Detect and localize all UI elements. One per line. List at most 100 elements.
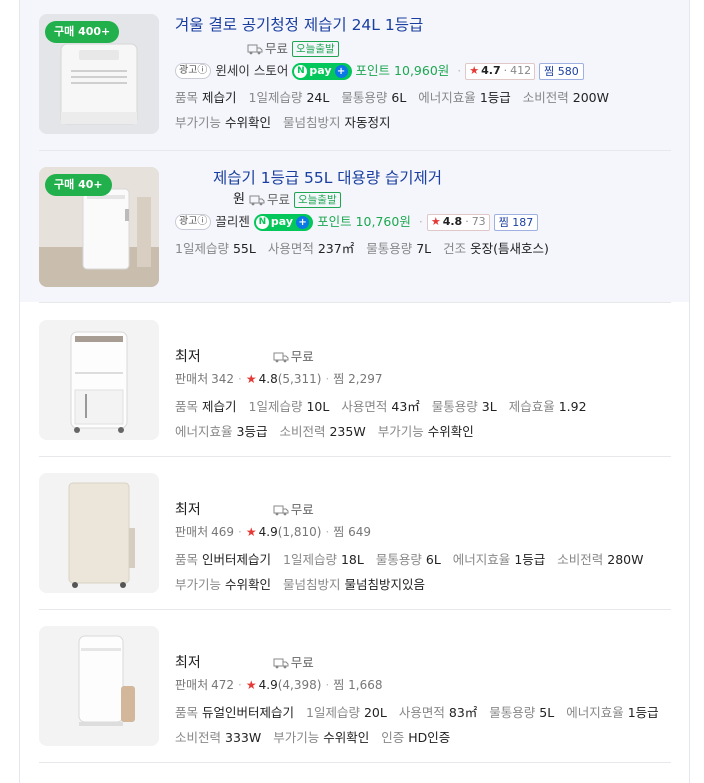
zzim-button[interactable]: 찜 187 [493,213,539,231]
spec-value: 수위확인 [225,115,272,130]
spec-key: 1일제습량 [306,705,360,720]
spec-item: 물통용량 5L [489,705,554,720]
product-thumbnail[interactable] [39,320,159,440]
shipping-info: 무료 [273,653,314,673]
spec-value: 280W [607,552,644,567]
spec-key: 건조 [443,241,467,256]
spec-item: 물통용량 6L [376,552,441,567]
dehumidifier-image [39,473,159,593]
seller-name[interactable]: 끌리젠 [215,212,250,232]
review-count[interactable]: (1,810) [278,522,322,542]
spec-key: 제습효율 [508,399,555,414]
price-row: 최저 무료 [175,499,675,521]
spec-item: 1일제습량 24L [249,90,330,105]
shipping-label: 무료 [290,502,314,517]
sellers-label[interactable]: 판매처 [175,369,208,389]
spec-value: HD인증 [408,730,451,745]
spec-item: 물통용량 6L [341,90,406,105]
point-label: 포인트 [317,214,352,229]
rating-value: 4.9 [258,678,278,692]
spec-item: 품목 제습기 [175,90,237,105]
truck-icon [273,352,289,362]
seller-name[interactable]: 윈세이 스토어 [215,61,288,81]
review-count: 412 [510,64,532,77]
product-card[interactable]: 최저 무료 판매처 342 · ★ 4.8 (5,311) · 찜 2,297 … [39,320,671,442]
zzim-count[interactable]: 찜 2,297 [333,369,382,389]
zzim-button[interactable]: 찜 580 [539,62,584,80]
spec-key: 인증 [381,730,405,745]
spec-item: 사용면적 43㎡ [341,399,419,414]
naver-n-icon: N [255,215,269,229]
shipping-label: 무료 [265,41,289,56]
product-thumbnail[interactable] [39,626,159,746]
rating-box[interactable]: ★ 4.7 · 412 [465,62,536,80]
separator-dot: · [457,63,462,78]
review-count: 73 [471,215,486,228]
rating-box[interactable]: ★ 4.8 · 73 [426,213,490,231]
product-title-link[interactable]: 제습기 1등급 55L 대용량 습기제거 [175,167,675,189]
spec-item: 물통용량 7L [366,241,431,256]
spec-value: 물넘침방지있음 [344,577,426,592]
spec-value: 제습기 [202,399,237,414]
price-row: 무료 오늘출발 [175,38,675,60]
sellers-label[interactable]: 판매처 [175,675,208,695]
ad-label[interactable]: 광고ⓘ [175,214,212,230]
spec-key: 부가기능 [175,577,222,592]
truck-icon [273,658,289,668]
review-count[interactable]: (5,311) [278,369,322,389]
point-value: 10,760원 [355,214,411,229]
spec-key: 1일제습량 [175,241,229,256]
star-icon: ★ [245,525,257,539]
spec-key: 소비전력 [522,90,569,105]
spec-item: 품목 제습기 [175,399,237,414]
product-thumbnail[interactable]: 구매 400+ [39,14,159,134]
star-icon: ★ [245,678,257,692]
zzim-count[interactable]: 찜 649 [333,522,371,542]
truck-icon [273,505,289,515]
product-info: 최저 무료 판매처 342 · ★ 4.8 (5,311) · 찜 2,297 … [175,346,675,444]
spec-item: 1일제습량 10L [249,399,330,414]
spec-value: 3등급 [236,424,268,439]
ad-product-card[interactable]: 구매 400+ 겨울 결로 공기청정 제습기 24L 1등급 무료 오늘출발 광… [39,14,671,144]
ad-product-card[interactable]: 구매 40+ 제습기 1등급 55L 대용량 습기제거 원 무료 오늘출발 광고… [39,167,671,289]
rating-value: 4.8 [258,372,278,386]
zzim-count[interactable]: 찜 1,668 [333,675,382,695]
lowest-price-label[interactable]: 최저 [175,346,201,368]
sellers-label[interactable]: 판매처 [175,522,208,542]
rating-separator: · [503,64,508,77]
star-icon: ★ [430,215,441,228]
truck-icon [249,195,265,205]
spec-value: 자동정지 [344,115,391,130]
divider [39,150,671,151]
lowest-price-label[interactable]: 최저 [175,499,201,521]
lowest-price-label[interactable]: 최저 [175,652,201,674]
rating-value: 4.7 [481,64,501,77]
shipping-info: 무료 [273,500,314,520]
spec-item: 부가기능 수위확인 [273,730,369,745]
product-thumbnail[interactable]: 구매 40+ [39,167,159,287]
spec-key: 품목 [175,90,199,105]
spec-item: 품목 인버터제습기 [175,552,271,567]
spec-key: 물통용량 [431,399,478,414]
spec-key: 1일제습량 [248,90,303,105]
today-delivery-tag: 오늘출발 [293,192,341,208]
spec-item: 물통용량 3L [432,399,497,414]
product-title-link[interactable]: 겨울 결로 공기청정 제습기 24L 1등급 [175,14,675,36]
purchase-count-badge: 구매 40+ [45,174,112,196]
spec-item: 1일제습량 18L [283,552,364,567]
dehumidifier-image [39,626,159,746]
spec-list: 품목 제습기 1일제습량 10L 사용면적 43㎡ 물통용량 3L 제습효율 1.92에너지효율 3… [175,394,675,444]
shipping-label: 무료 [290,655,314,670]
search-results-panel: 구매 400+ 겨울 결로 공기청정 제습기 24L 1등급 무료 오늘출발 광… [19,0,690,783]
spec-item: 부가기능 수위확인 [175,577,271,592]
truck-icon [247,44,263,54]
separator-dot: · [325,372,330,386]
product-card[interactable]: 최저 무료 판매처 469 · ★ 4.9 (1,810) · 찜 649 품목… [39,473,671,595]
spec-value: 옷장(틈새호스) [470,241,549,256]
ad-label[interactable]: 광고ⓘ [175,63,212,79]
review-count[interactable]: (4,398) [278,675,322,695]
product-card[interactable]: 최저 무료 판매처 472 · ★ 4.9 (4,398) · 찜 1,668 … [39,626,671,748]
product-thumbnail[interactable] [39,473,159,593]
spec-key: 1일제습량 [248,399,303,414]
spec-key: 사용면적 [398,705,445,720]
